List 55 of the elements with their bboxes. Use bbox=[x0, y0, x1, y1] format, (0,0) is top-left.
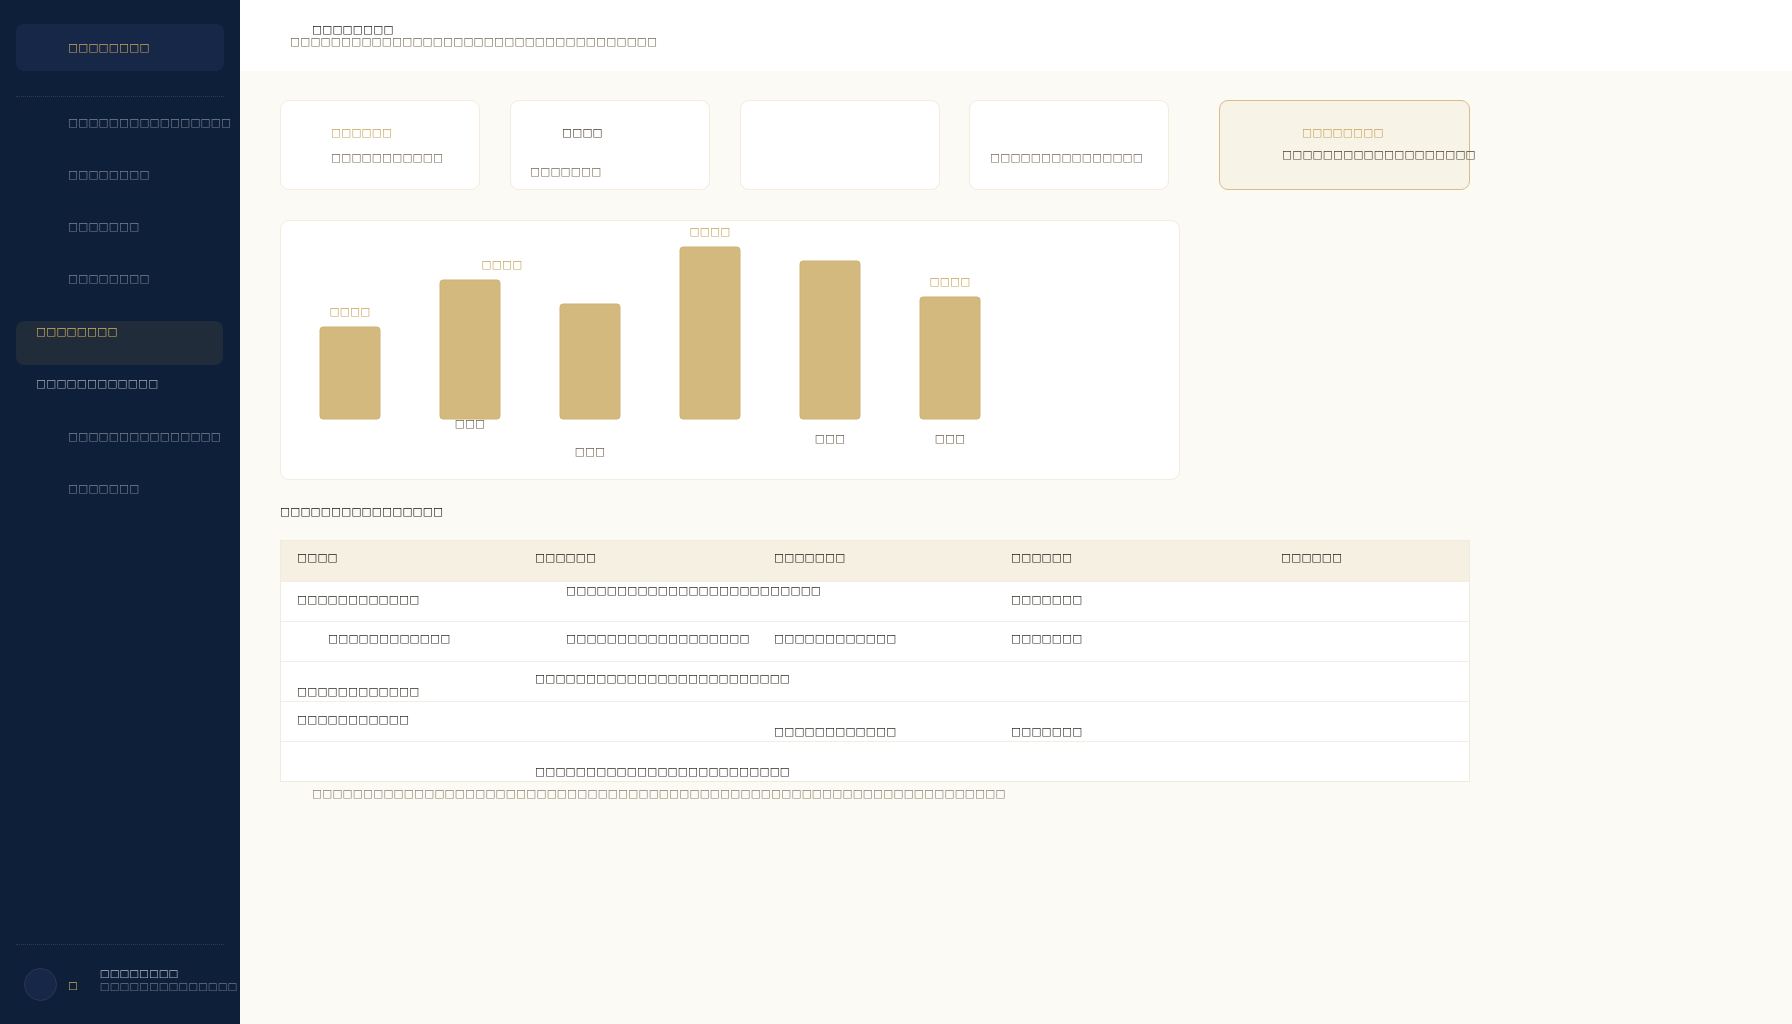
cell-text: □□□□□□□□□□□□□□□□□□□□□□□□□ bbox=[535, 671, 791, 687]
stat-label: □□□□□□ bbox=[331, 125, 393, 141]
table-title: □□□□□□□□□□□□□□□□ bbox=[280, 504, 444, 520]
cell-text: □□□□□□□ bbox=[1011, 592, 1083, 608]
brand-tile[interactable]: □□□□□□□□ bbox=[16, 24, 224, 71]
nav-item[interactable]: □□□□□□□□ bbox=[16, 153, 240, 197]
bar-value-label: □□□□ bbox=[689, 224, 731, 238]
stat-label: □□□□ bbox=[562, 125, 603, 141]
user-glyph: □ bbox=[68, 977, 78, 993]
cell-text: □□□□□□□□□□□□□□□□□□□□□□□□□ bbox=[566, 583, 822, 599]
cell-text: □□□□□□□□□□□□□□□□□□ bbox=[566, 631, 750, 647]
stat-card[interactable]: □□□□□□ □□□□□□□□□□□ bbox=[280, 100, 480, 190]
cell-text: □□□□□□□□□□□□ bbox=[774, 724, 897, 740]
cell-text: □□□□□□□□□□□ bbox=[297, 712, 410, 728]
avatar[interactable] bbox=[24, 968, 57, 1001]
nav-item[interactable]: □□□□□□□□□□□□ bbox=[16, 373, 223, 417]
stat-card[interactable] bbox=[740, 100, 940, 190]
column-header: □□□□□□ bbox=[1011, 550, 1073, 566]
page-title: □□□□□□□□ bbox=[312, 24, 394, 36]
stat-value: □□□□□□□□□□□□□□□ bbox=[990, 150, 1144, 166]
cell-text: □□□□□□□□□□□□ bbox=[328, 631, 451, 647]
stat-card[interactable]: □□□□ □□□□□□□ bbox=[510, 100, 710, 190]
user-subtitle: □□□□□□□□□□□□□□ bbox=[99, 980, 238, 993]
cell-text: □□□□□□□ bbox=[1011, 724, 1083, 740]
nav-item[interactable]: □□□□□□□□□□□□□□□□ bbox=[16, 101, 240, 145]
stat-value: □□□□□□□ bbox=[530, 164, 602, 180]
bar-value-label: □□□□ bbox=[329, 304, 371, 318]
user-name: □□□□□□□□ bbox=[99, 967, 180, 980]
stat-value: □□□□□□□□□□□ bbox=[331, 150, 444, 166]
cell-text: □□□□□□□□□□□□ bbox=[297, 592, 420, 608]
bar-category-label: □□□ bbox=[814, 431, 846, 445]
bar-value-label: □□□□ bbox=[929, 274, 971, 288]
stat-card[interactable]: □□□□□□□□□□□□□□□ bbox=[969, 100, 1169, 190]
stat-value: □□□□□□□□□□□□□□□□□□□ bbox=[1282, 147, 1476, 163]
nav-item[interactable]: □□□□□□□ bbox=[16, 467, 240, 511]
column-header: □□□□□□ bbox=[1281, 550, 1343, 566]
bar-category-label: □□□ bbox=[934, 431, 966, 445]
cell-text: □□□□□□□□□□□□□□□□□□□□□□□□□ bbox=[535, 764, 791, 780]
bar-category-label: □□□ bbox=[574, 444, 606, 458]
brand-name: □□□□□□□□ bbox=[68, 39, 150, 56]
nav-item[interactable]: □□□□□□□ bbox=[16, 205, 240, 249]
nav-item[interactable]: □□□□□□□□□□□□□□□ bbox=[16, 415, 240, 459]
nav-item[interactable]: □□□□□□□□ bbox=[16, 257, 240, 301]
column-header: □□□□□□ bbox=[535, 550, 597, 566]
column-header: □□□□□□□ bbox=[774, 550, 846, 566]
table-footnote: □□□□□□□□□□□□□□□□□□□□□□□□□□□□□□□□□□□□□□□□□□□□□□□□□□□□□□□□□□□□□□□□□□□□ bbox=[312, 786, 1006, 802]
stat-label: □□□□□□□□ bbox=[1302, 125, 1384, 141]
column-header: □□□□ bbox=[297, 550, 338, 566]
page-subtitle: □□□□□□□□□□□□□□□□□□□□□□□□□□□□□□□□□□□□ bbox=[290, 36, 658, 48]
nav-item[interactable]: □□□□□□□□ bbox=[16, 321, 223, 365]
bar-value-label: □□□□ bbox=[481, 257, 523, 271]
cell-text: □□□□□□□□□□□□ bbox=[774, 631, 897, 647]
cell-text: □□□□□□□□□□□□ bbox=[297, 684, 420, 700]
cell-text: □□□□□□□ bbox=[1011, 631, 1083, 647]
bar-category-label: □□□ bbox=[454, 416, 486, 430]
